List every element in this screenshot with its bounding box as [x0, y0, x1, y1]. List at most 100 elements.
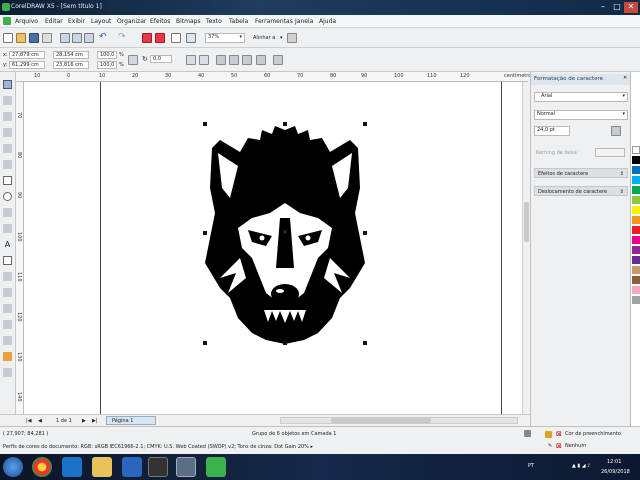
scale-height-field[interactable]: 100,0 — [97, 61, 117, 69]
palette-swatch[interactable] — [632, 166, 640, 174]
first-page-button[interactable]: |◀ — [26, 418, 32, 424]
save-icon[interactable] — [29, 33, 39, 43]
polygon-tool-icon[interactable] — [3, 208, 12, 217]
color-profile-info[interactable]: Perfis de cores do documento: RGB: sRGB … — [3, 444, 313, 450]
text-tool-icon[interactable]: A — [3, 240, 12, 249]
maximize-button[interactable]: □ — [610, 2, 624, 13]
page-tab[interactable]: Página 1 — [106, 416, 156, 425]
app-menu-icon[interactable] — [3, 17, 11, 25]
windows-start-button[interactable] — [3, 457, 23, 477]
menu-exibir[interactable]: Exibir — [68, 18, 85, 25]
close-button[interactable]: ✕ — [624, 2, 638, 13]
kerning-field[interactable] — [595, 148, 625, 157]
y-position-field[interactable]: 61,299 cm — [9, 61, 45, 69]
vertical-scroll-thumb[interactable] — [524, 202, 529, 242]
palette-swatch[interactable] — [632, 226, 640, 234]
publish-pdf-icon[interactable] — [171, 33, 181, 43]
height-field[interactable]: 23,816 cm — [53, 61, 89, 69]
window-taskbar-icon[interactable] — [176, 457, 196, 477]
palette-swatch[interactable] — [632, 256, 640, 264]
palette-swatch[interactable] — [632, 216, 640, 224]
palette-swatch[interactable] — [632, 296, 640, 304]
menu-ferramentas[interactable]: Ferramentas — [255, 18, 293, 25]
last-page-button[interactable]: ▶| — [92, 418, 98, 424]
undo-icon[interactable]: ↶ — [99, 32, 107, 42]
pick-tool-icon[interactable] — [3, 80, 12, 89]
x-position-field[interactable]: 27,879 cm — [9, 51, 45, 59]
paste-icon[interactable] — [84, 33, 94, 43]
outline-tool-icon[interactable] — [3, 336, 12, 345]
language-indicator[interactable]: PT — [528, 463, 534, 469]
ungroup-all-icon[interactable] — [242, 55, 252, 65]
shape-tool-icon[interactable] — [3, 96, 12, 105]
cut-icon[interactable] — [60, 33, 70, 43]
docker-close-icon[interactable]: ✕ — [623, 75, 627, 81]
new-document-icon[interactable] — [3, 33, 13, 43]
crop-tool-icon[interactable] — [3, 112, 12, 121]
outline-color-label[interactable]: Nenhum — [565, 443, 586, 449]
horizontal-scrollbar[interactable] — [280, 417, 518, 424]
eyedropper-tool-icon[interactable] — [3, 320, 12, 329]
palette-swatch[interactable] — [632, 236, 640, 244]
zoom-level-select[interactable]: 37% ▾ — [205, 33, 245, 43]
underline-icon[interactable] — [611, 126, 621, 136]
selection-handle[interactable] — [203, 231, 207, 235]
font-family-select[interactable]: Arial ▾ — [534, 92, 628, 102]
character-offset-section[interactable]: Deslocamento de caractere ⇕ — [534, 186, 628, 196]
redo-icon[interactable]: ↷ — [118, 32, 126, 42]
basic-shapes-tool-icon[interactable] — [3, 224, 12, 233]
palette-swatch[interactable] — [632, 156, 640, 164]
group-icon[interactable] — [216, 55, 226, 65]
application-launcher-icon[interactable] — [186, 33, 196, 43]
weld-icon[interactable] — [256, 55, 266, 65]
rectangle-tool-icon[interactable] — [3, 176, 12, 185]
selection-handle[interactable] — [203, 341, 207, 345]
palette-swatch[interactable] — [632, 266, 640, 274]
palette-swatch[interactable] — [632, 176, 640, 184]
ungroup-icon[interactable] — [229, 55, 239, 65]
quick-customize-icon[interactable] — [524, 430, 531, 437]
menu-bitmaps[interactable]: Bitmaps — [176, 18, 201, 25]
previous-page-button[interactable]: ◀ — [38, 418, 42, 424]
menu-editar[interactable]: Editar — [45, 18, 63, 25]
vertical-ruler[interactable]: 70 80 90 100 110 120 130 140 — [16, 82, 24, 416]
palette-swatch[interactable] — [632, 246, 640, 254]
freehand-tool-icon[interactable] — [3, 144, 12, 153]
chevron-down-icon[interactable]: ▾ — [280, 35, 283, 41]
internet-explorer-taskbar-icon[interactable] — [62, 457, 82, 477]
table-tool-icon[interactable] — [3, 256, 12, 265]
menu-ajuda[interactable]: Ajuda — [319, 18, 336, 25]
horizontal-ruler[interactable]: 10 0 10 20 30 40 50 60 70 80 90 100 110 … — [16, 72, 534, 82]
corel-capture-taskbar-icon[interactable] — [206, 457, 226, 477]
connector-tool-icon[interactable] — [3, 288, 12, 297]
selection-handle[interactable] — [283, 341, 287, 345]
width-field[interactable]: 28,154 cm — [53, 51, 89, 59]
coreldraw-taskbar-icon[interactable] — [148, 457, 168, 477]
selection-handle[interactable] — [363, 122, 367, 126]
scale-width-field[interactable]: 100,0 — [97, 51, 117, 59]
chrome-taskbar-icon[interactable] — [32, 457, 52, 477]
import-icon[interactable] — [142, 33, 152, 43]
interactive-fill-tool-icon[interactable] — [3, 368, 12, 377]
blend-tool-icon[interactable] — [3, 304, 12, 313]
mirror-horizontal-icon[interactable] — [186, 55, 196, 65]
selection-handle[interactable] — [363, 231, 367, 235]
media-player-taskbar-icon[interactable] — [122, 457, 142, 477]
options-icon[interactable] — [287, 33, 297, 43]
palette-swatch[interactable] — [632, 276, 640, 284]
smart-fill-tool-icon[interactable] — [3, 160, 12, 169]
copy-icon[interactable] — [72, 33, 82, 43]
font-style-select[interactable]: Normal ▾ — [534, 110, 628, 120]
font-size-field[interactable]: 24,0 pt — [534, 126, 570, 136]
palette-swatch[interactable] — [632, 186, 640, 194]
zoom-tool-icon[interactable] — [3, 128, 12, 137]
print-icon[interactable] — [42, 33, 52, 43]
palette-swatch[interactable] — [632, 196, 640, 204]
palette-swatch[interactable] — [632, 206, 640, 214]
selection-handle[interactable] — [363, 341, 367, 345]
menu-organizar[interactable]: Organizar — [117, 18, 146, 25]
menu-layout[interactable]: Layout — [91, 18, 111, 25]
selection-handle[interactable] — [283, 122, 287, 126]
rotation-angle-field[interactable]: 0,0 — [150, 55, 172, 63]
selection-handle[interactable] — [203, 122, 207, 126]
